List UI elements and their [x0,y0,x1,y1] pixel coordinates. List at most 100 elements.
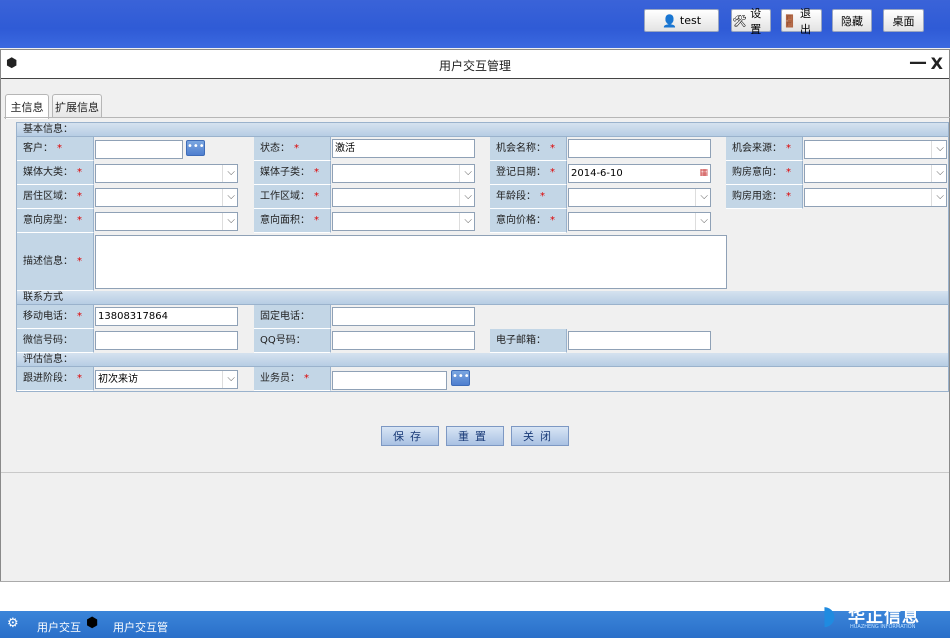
house-type-select[interactable]: ⌵ [95,212,238,231]
status-input[interactable]: 激活 [332,139,475,158]
purpose-select[interactable]: ⌵ [804,188,947,207]
taskbar-item-interaction-mgmt[interactable]: 用户交互管 [113,619,168,635]
opp-name-input[interactable] [568,139,711,158]
chevron-down-icon: ⌵ [700,215,708,226]
hide-button[interactable]: 隐藏 [832,9,872,32]
section-contact: 联系方式 [17,291,948,305]
price-select[interactable]: ⌵ [568,212,711,231]
tools-icon: 🛠 [732,13,748,28]
customer-lookup-button[interactable]: ••• [186,140,205,156]
reset-button[interactable]: 重置 [446,426,504,446]
form-row: 描述信息： * [17,233,948,291]
label-mobile: 移动电话： * [17,305,94,329]
label-price: 意向价格： * [490,209,567,233]
label-media-cat: 媒体大类： * [17,161,94,185]
section-basic: 基本信息： [17,123,948,137]
user-icon: 👤 [661,13,677,28]
label-area: 意向面积： * [254,209,331,233]
tab-main-info[interactable]: 主信息 [5,94,49,119]
chevron-down-icon: ⌵ [464,191,472,202]
form-row: 客户： * ••• 状态： * 激活 机会名称： * 机会来源： * ⌵ [17,137,948,161]
chevron-down-icon: ⌵ [936,191,944,202]
living-area-select[interactable]: ⌵ [95,188,238,207]
label-salesman: 业务员： * [254,367,331,391]
chevron-down-icon: ⌵ [227,191,235,202]
gear-icon[interactable]: ⚙ [7,616,19,631]
calendar-icon[interactable]: ▦ [699,165,708,182]
form-row: 居住区域： * ⌵ 工作区域： * ⌵ 年龄段： * ⌵ 购房用途： * ⌵ [17,185,948,209]
label-work-area: 工作区域： * [254,185,331,209]
salesman-input[interactable] [332,371,447,390]
divider [1,472,949,473]
window-titlebar: ⬢ 用户交互管理 — X [1,50,949,79]
label-intent: 购房意向： * [726,161,803,185]
label-media-sub: 媒体子类： * [254,161,331,185]
label-qq: QQ号码： [254,329,331,353]
logo-mark-icon: ◗ [822,601,836,631]
area-select[interactable]: ⌵ [332,212,475,231]
chevron-down-icon: ⌵ [464,167,472,178]
form-row: 跟进阶段： * 初次来访 ⌵ 业务员： * ••• [17,367,948,391]
chevron-down-icon: ⌵ [227,167,235,178]
label-age: 年龄段： * [490,185,567,209]
label-opp-name: 机会名称： * [490,137,567,161]
reg-date-input[interactable]: 2014-6-10 ▦ [568,164,711,183]
label-follow-stage: 跟进阶段： * [17,367,94,391]
customer-input[interactable] [95,140,183,159]
label-living-area: 居住区域： * [17,185,94,209]
age-select[interactable]: ⌵ [568,188,711,207]
media-sub-select[interactable]: ⌵ [332,164,475,183]
label-status: 状态： * [254,137,331,161]
main-form: 基本信息： 客户： * ••• 状态： * 激活 机会名称： * 机会来源： * ⌵ 媒… [16,122,949,392]
form-row: 移动电话： * 13808317864 固定电话： [17,305,948,329]
form-row: 意向房型： * ⌵ 意向面积： * ⌵ 意向价格： * ⌵ [17,209,948,233]
mobile-input[interactable]: 13808317864 [95,307,238,326]
salesman-lookup-button[interactable]: ••• [451,370,470,386]
user-button[interactable]: 👤 test [644,9,719,32]
door-icon: 🚪 [782,13,797,28]
chevron-down-icon: ⌵ [464,215,472,226]
chevron-down-icon: ⌵ [227,373,235,384]
qq-input[interactable] [332,331,475,350]
cube-icon: ⬢ [86,615,99,631]
chevron-down-icon: ⌵ [936,167,944,178]
save-button[interactable]: 保存 [381,426,439,446]
intent-select[interactable]: ⌵ [804,164,947,183]
label-house-type: 意向房型： * [17,209,94,233]
close-button[interactable]: X [931,54,943,73]
opp-source-select[interactable]: ⌵ [804,140,947,159]
wechat-input[interactable] [95,331,238,350]
chevron-down-icon: ⌵ [227,215,235,226]
desktop-button[interactable]: 桌面 [883,9,924,32]
window: ⬢ 用户交互管理 — X 主信息 扩展信息 基本信息： 客户： * ••• 状态：… [0,49,950,610]
follow-stage-select[interactable]: 初次来访 ⌵ [95,370,238,389]
phone-input[interactable] [332,307,475,326]
status-strip [0,581,950,611]
label-phone: 固定电话： [254,305,331,329]
label-purpose: 购房用途： * [726,185,803,209]
label-desc: 描述信息： * [17,233,94,291]
section-eval: 评估信息： [17,353,948,367]
work-area-select[interactable]: ⌵ [332,188,475,207]
logout-button[interactable]: 🚪 退出 [781,7,822,36]
label-reg-date: 登记日期： * [490,161,567,185]
label-email: 电子邮箱： [490,329,567,353]
tab-extended-info[interactable]: 扩展信息 [52,94,102,118]
chevron-down-icon: ⌵ [700,191,708,202]
email-input[interactable] [568,331,711,350]
chevron-down-icon: ⌵ [936,143,944,154]
form-row: 媒体大类： * ⌵ 媒体子类： * ⌵ 登记日期： * 2014-6-10 ▦ 购房意向… [17,161,948,185]
taskbar: ⚙ 用户交互 ⬢ 用户交互管 [0,611,950,638]
media-cat-select[interactable]: ⌵ [95,164,238,183]
label-customer: 客户： * [17,137,94,161]
close-form-button[interactable]: 关闭 [511,426,569,446]
taskbar-item-interaction[interactable]: 用户交互 [37,619,81,635]
desc-textarea[interactable] [95,235,727,289]
label-wechat: 微信号码： [17,329,94,353]
settings-button[interactable]: 🛠 设置 [731,7,771,36]
minimize-button[interactable]: — [909,52,927,73]
top-bar: 👤 test 🛠 设置 🚪 退出 隐藏 桌面 [0,0,950,48]
company-logo: ◗ 华正信息 HUAZHENG INFORMATION [822,601,920,631]
form-row: 微信号码： QQ号码： 电子邮箱： [17,329,948,353]
label-opp-source: 机会来源： * [726,137,803,161]
